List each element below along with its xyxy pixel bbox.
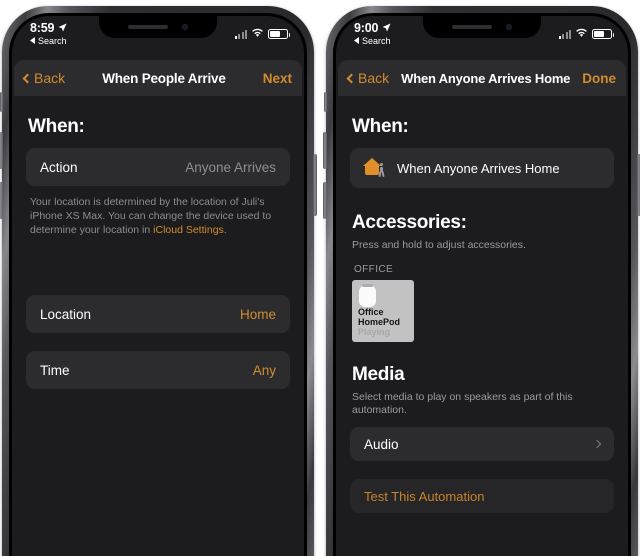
when-section-heading: When: bbox=[352, 116, 409, 137]
wifi-icon bbox=[575, 25, 588, 43]
iphone-left: 8:59 Search Back When People Arrive Next… bbox=[0, 6, 317, 556]
media-heading: Media bbox=[352, 364, 405, 385]
content-left: When: Action Anyone Arrives Your locatio… bbox=[12, 116, 304, 556]
room-label-office: OFFICE bbox=[354, 264, 394, 275]
volume-down-button[interactable] bbox=[323, 182, 327, 219]
volume-down-button[interactable] bbox=[0, 182, 3, 219]
location-row-value: Home bbox=[239, 306, 276, 322]
page-title: When People Arrive bbox=[102, 70, 226, 86]
chevron-right-icon bbox=[592, 439, 602, 449]
icloud-settings-link[interactable]: iCloud Settings bbox=[153, 224, 224, 236]
next-button[interactable]: Next bbox=[263, 71, 292, 86]
return-app-label: Search bbox=[38, 36, 67, 46]
house-with-person-icon bbox=[362, 158, 386, 178]
screen-left: 8:59 Search Back When People Arrive Next… bbox=[12, 16, 304, 556]
homepod-icon bbox=[359, 283, 376, 307]
accessory-tile[interactable]: Office HomePod Playing bbox=[352, 280, 414, 342]
page-title: When Anyone Arrives Home bbox=[401, 70, 571, 86]
nav-bar-right: Back When Anyone Arrives Home Done bbox=[338, 60, 626, 96]
trigger-row-label: When Anyone Arrives Home bbox=[397, 160, 560, 176]
location-arrow-icon bbox=[382, 21, 391, 35]
chevron-left-icon bbox=[346, 73, 357, 83]
back-triangle-icon bbox=[354, 36, 359, 47]
silent-switch[interactable] bbox=[324, 92, 327, 112]
location-row[interactable]: Location Home bbox=[26, 295, 290, 333]
return-app-label: Search bbox=[362, 36, 391, 46]
audio-row[interactable]: Audio bbox=[350, 427, 614, 461]
battery-icon bbox=[268, 29, 290, 39]
location-row-label: Location bbox=[40, 306, 92, 322]
iphone-right: 9:00 Search Back When Anyone Arrives Hom… bbox=[323, 6, 640, 556]
action-row[interactable]: Action Anyone Arrives bbox=[26, 148, 290, 186]
phone-bezel-left: 8:59 Search Back When People Arrive Next… bbox=[9, 13, 307, 556]
return-to-app-link[interactable]: Search bbox=[30, 36, 67, 47]
status-bar-left-group: 9:00 Search bbox=[354, 21, 391, 47]
back-button[interactable]: Back bbox=[346, 70, 390, 86]
chevron-left-icon bbox=[22, 73, 33, 83]
status-bar-right: 9:00 Search bbox=[336, 16, 628, 60]
status-bar-right-group bbox=[234, 25, 290, 43]
action-row-label: Action bbox=[40, 159, 78, 175]
status-bar-left: 8:59 Search bbox=[12, 16, 304, 60]
accessory-name: Office HomePod bbox=[358, 307, 401, 327]
location-arrow-icon bbox=[58, 21, 67, 35]
done-button[interactable]: Done bbox=[582, 71, 616, 86]
status-bar-right-group bbox=[558, 25, 614, 43]
cellular-bars-icon bbox=[558, 29, 571, 39]
test-automation-label: Test This Automation bbox=[364, 488, 485, 504]
accessories-subtitle: Press and hold to adjust accessories. bbox=[352, 239, 526, 251]
silent-switch[interactable] bbox=[0, 92, 3, 112]
back-button-label: Back bbox=[34, 70, 66, 86]
nav-bar-left: Back When People Arrive Next bbox=[14, 60, 302, 96]
volume-up-button[interactable] bbox=[323, 132, 327, 169]
media-subtitle: Select media to play on speakers as part… bbox=[352, 391, 573, 416]
location-note-tail: . bbox=[223, 224, 227, 236]
status-bar-left-group: 8:59 Search bbox=[30, 21, 67, 47]
back-button-label: Back bbox=[358, 70, 390, 86]
time-row-label: Time bbox=[40, 362, 70, 378]
accessories-heading: Accessories: bbox=[352, 212, 467, 233]
content-right: When: When Anyone Arrives Home Accessori… bbox=[336, 116, 628, 556]
status-time: 9:00 bbox=[354, 21, 379, 35]
audio-row-label: Audio bbox=[364, 436, 399, 452]
time-row-value: Any bbox=[252, 362, 276, 378]
status-time-group: 9:00 bbox=[354, 21, 391, 35]
cellular-bars-icon bbox=[234, 29, 247, 39]
screen-right: 9:00 Search Back When Anyone Arrives Hom… bbox=[336, 16, 628, 556]
wifi-icon bbox=[251, 25, 264, 43]
return-to-app-link[interactable]: Search bbox=[354, 36, 391, 47]
power-button[interactable] bbox=[313, 154, 317, 216]
status-time-group: 8:59 bbox=[30, 21, 67, 35]
action-row-value: Anyone Arrives bbox=[185, 159, 276, 175]
status-time: 8:59 bbox=[30, 21, 55, 35]
test-automation-button[interactable]: Test This Automation bbox=[350, 479, 614, 513]
location-note: Your location is determined by the locat… bbox=[30, 195, 286, 237]
two-phone-comparison: 8:59 Search Back When People Arrive Next… bbox=[0, 0, 640, 556]
when-section-heading: When: bbox=[28, 116, 85, 137]
trigger-row[interactable]: When Anyone Arrives Home bbox=[350, 148, 614, 188]
battery-icon bbox=[592, 29, 614, 39]
accessory-state: Playing bbox=[358, 327, 391, 337]
location-note-text: Your location is determined by the locat… bbox=[30, 196, 272, 236]
phone-bezel-right: 9:00 Search Back When Anyone Arrives Hom… bbox=[333, 13, 631, 556]
volume-up-button[interactable] bbox=[0, 132, 3, 169]
back-button[interactable]: Back bbox=[22, 70, 66, 86]
time-row[interactable]: Time Any bbox=[26, 351, 290, 389]
back-triangle-icon bbox=[30, 36, 35, 47]
